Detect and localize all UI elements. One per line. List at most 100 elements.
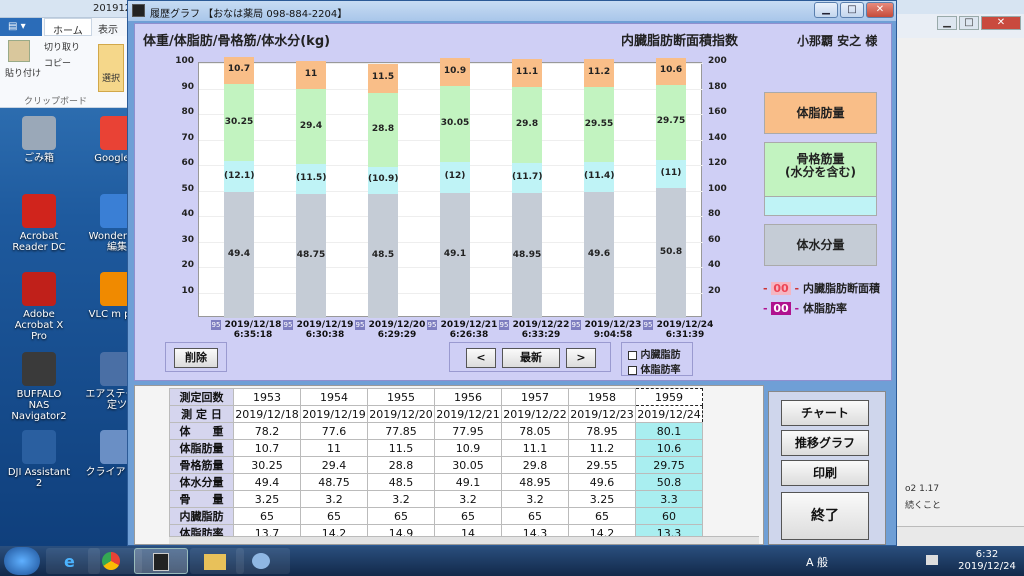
checkbox-icon[interactable]	[628, 350, 637, 360]
table-cell[interactable]: 10.7	[233, 439, 301, 457]
table-cell[interactable]: 65	[367, 507, 435, 525]
table-cell[interactable]: 29.8	[501, 456, 569, 474]
table-cell[interactable]: 1957	[501, 388, 569, 406]
table-cell[interactable]: 1956	[434, 388, 502, 406]
table-cell[interactable]: 2019/12/23	[568, 405, 636, 423]
table-cell[interactable]: 77.85	[367, 422, 435, 440]
desktop-icon[interactable]: DJI Assistant 2	[6, 430, 72, 489]
table-cell[interactable]: 11.2	[568, 439, 636, 457]
tab-home[interactable]: ホーム	[44, 18, 92, 37]
table-cell[interactable]: 3.25	[568, 490, 636, 508]
print-button[interactable]: 印刷	[781, 460, 869, 486]
table-row: 骨 量 3.25 3.2 3.2 3.2 3.2 3.25 3.3	[169, 490, 703, 508]
table-cell[interactable]: 49.6	[568, 473, 636, 491]
table-cell[interactable]: 11.1	[501, 439, 569, 457]
table-cell[interactable]: 10.6	[635, 439, 703, 457]
table-cell[interactable]: 3.2	[367, 490, 435, 508]
start-button[interactable]	[4, 547, 40, 575]
table-cell[interactable]: 11	[300, 439, 368, 457]
minimize-button[interactable]: ▁	[814, 2, 838, 18]
table-cell[interactable]: 50.8	[635, 473, 703, 491]
table-cell[interactable]: 3.2	[300, 490, 368, 508]
table-cell[interactable]: 28.8	[367, 456, 435, 474]
legend-visceral-label: 内臓脂肪断面積	[802, 282, 880, 295]
table-cell[interactable]: 2019/12/19	[300, 405, 368, 423]
copy-button[interactable]: コピー	[44, 56, 71, 69]
table-cell[interactable]: 1953	[233, 388, 301, 406]
ime-indicator[interactable]: A 般	[806, 554, 828, 570]
table-cell[interactable]: 2019/12/22	[501, 405, 569, 423]
table-cell[interactable]: 65	[300, 507, 368, 525]
next-button[interactable]: >	[566, 348, 596, 368]
table-cell[interactable]: 49.4	[233, 473, 301, 491]
table-cell[interactable]: 65	[568, 507, 636, 525]
table-cell[interactable]: 2019/12/21	[434, 405, 502, 423]
desktop-icon[interactable]: Acrobat Reader DC	[6, 194, 72, 253]
chart-button[interactable]: チャート	[781, 400, 869, 426]
clock[interactable]: 6:32 2019/12/24	[950, 549, 1024, 573]
maximize-icon[interactable]: □	[959, 16, 979, 30]
table-cell[interactable]: 1954	[300, 388, 368, 406]
desktop-icon[interactable]: BUFFALO NAS Navigator2	[6, 352, 72, 422]
table-cell[interactable]: 30.25	[233, 456, 301, 474]
tab-view[interactable]: 表示	[90, 18, 126, 36]
table-cell[interactable]: 65	[233, 507, 301, 525]
table-cell[interactable]: 48.75	[300, 473, 368, 491]
trend-graph-button[interactable]: 推移グラフ	[781, 430, 869, 456]
file-tab[interactable]: ▤ ▾	[0, 18, 42, 36]
row-header: 骨格筋量	[169, 456, 234, 474]
printer-icon[interactable]	[926, 555, 938, 565]
table-cell[interactable]: 30.05	[434, 456, 502, 474]
table-cell[interactable]: 65	[434, 507, 502, 525]
table-cell[interactable]: 49.1	[434, 473, 502, 491]
table-cell[interactable]: 78.05	[501, 422, 569, 440]
delete-button[interactable]: 削除	[174, 348, 218, 368]
table-cell[interactable]: 80.1	[635, 422, 703, 440]
category-badge: 95	[211, 320, 221, 330]
exit-button[interactable]: 終了	[781, 492, 869, 540]
table-cell[interactable]: 1955	[367, 388, 435, 406]
table-cell[interactable]: 3.2	[501, 490, 569, 508]
table-cell[interactable]: 48.5	[367, 473, 435, 491]
table-cell[interactable]: 11.5	[367, 439, 435, 457]
desktop-icon[interactable]: ごみ箱	[6, 116, 72, 164]
history-app-taskbar[interactable]	[134, 548, 188, 574]
latest-button[interactable]: 最新	[502, 348, 560, 368]
paste-button[interactable]: 貼り付け	[5, 66, 41, 79]
category-badge: 95	[355, 320, 365, 330]
prev-button[interactable]: <	[466, 348, 496, 368]
select-button[interactable]: 選択	[98, 44, 124, 92]
close-icon[interactable]: ✕	[981, 16, 1021, 30]
paste-icon[interactable]	[8, 40, 30, 62]
table-cell[interactable]: 29.55	[568, 456, 636, 474]
maximize-button[interactable]: □	[840, 2, 864, 18]
table-cell[interactable]: 77.95	[434, 422, 502, 440]
bodyfat-checkbox[interactable]: 体脂肪率	[628, 361, 680, 376]
table-cell[interactable]: 78.2	[233, 422, 301, 440]
table-cell[interactable]: 2019/12/18	[233, 405, 301, 423]
cut-button[interactable]: 切り取り	[44, 40, 80, 53]
table-cell[interactable]: 10.9	[434, 439, 502, 457]
table-cell[interactable]: 1959	[635, 388, 703, 406]
table-cell[interactable]: 65	[501, 507, 569, 525]
table-cell[interactable]: 2019/12/24	[635, 405, 703, 423]
checkbox-icon[interactable]	[628, 365, 637, 375]
table-cell[interactable]: 3.25	[233, 490, 301, 508]
x-tick-label: 2019/12/24 6:31:39	[652, 320, 718, 340]
paint-icon[interactable]	[236, 548, 290, 574]
table-cell[interactable]: 29.75	[635, 456, 703, 474]
desktop-icon[interactable]: Adobe Acrobat X Pro	[6, 272, 72, 342]
table-cell[interactable]: 60	[635, 507, 703, 525]
table-cell[interactable]: 78.95	[568, 422, 636, 440]
minimize-icon[interactable]: ▁	[937, 16, 957, 30]
table-cell[interactable]: 48.95	[501, 473, 569, 491]
close-button[interactable]: ✕	[866, 2, 894, 18]
horizontal-scrollbar[interactable]	[169, 536, 759, 544]
table-cell[interactable]: 3.2	[434, 490, 502, 508]
table-cell[interactable]: 3.3	[635, 490, 703, 508]
table-cell[interactable]: 29.4	[300, 456, 368, 474]
table-cell[interactable]: 77.6	[300, 422, 368, 440]
table-cell[interactable]: 1958	[568, 388, 636, 406]
table-cell[interactable]: 2019/12/20	[367, 405, 435, 423]
visceral-checkbox[interactable]: 内臓脂肪	[628, 346, 680, 361]
